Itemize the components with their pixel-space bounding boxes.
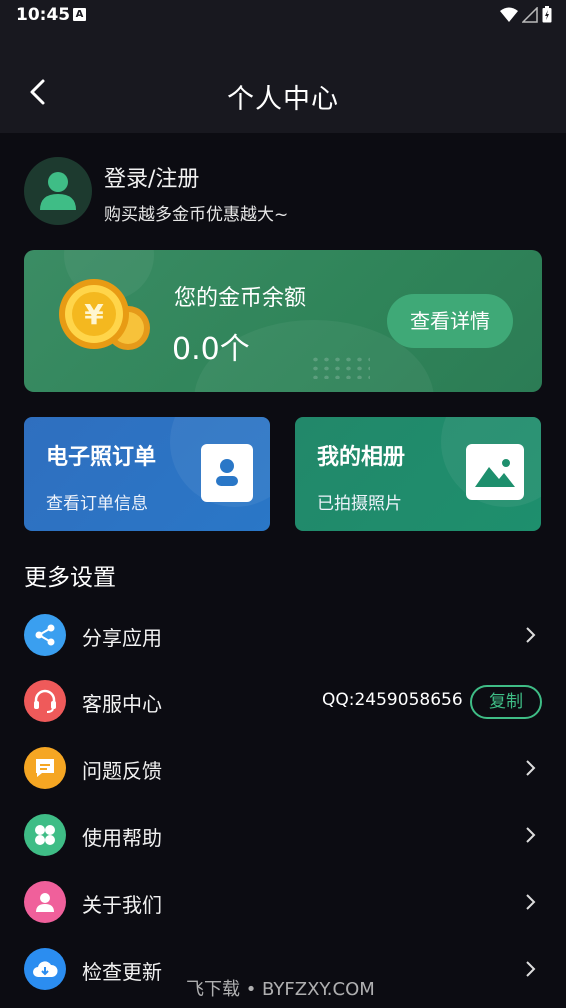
- chevron-right-icon: [526, 827, 536, 843]
- watermark: 飞下载 • BYFZXY.COM: [186, 979, 375, 1000]
- help-grid-icon: [24, 814, 66, 856]
- id-photo-icon: [201, 444, 253, 502]
- my-album-tile[interactable]: 我的相册 已拍摄照片: [295, 417, 541, 531]
- balance-card: ¥ 您的金币余额 0.0个 查看详情: [24, 250, 542, 392]
- tile-title: 电子照订单: [46, 445, 157, 470]
- chevron-right-icon: [526, 627, 536, 643]
- menu-label: 检查更新: [82, 960, 162, 984]
- copy-button[interactable]: 复制: [470, 685, 542, 719]
- menu-item-customer-service[interactable]: 客服中心 QQ:2459058656 复制: [0, 668, 566, 734]
- coin-symbol: ¥: [84, 298, 104, 331]
- user-avatar-icon: [40, 172, 76, 210]
- app-bar: 个人中心: [0, 30, 566, 133]
- feedback-icon: [24, 747, 66, 789]
- menu-item-help[interactable]: 使用帮助: [0, 802, 566, 868]
- status-bar: 10:45 A: [0, 0, 566, 30]
- menu-label: 关于我们: [82, 893, 162, 917]
- person-icon: [24, 881, 66, 923]
- wifi-icon: [500, 7, 518, 22]
- tile-title: 我的相册: [317, 445, 406, 470]
- signal-icon: [522, 6, 538, 23]
- menu-item-feedback[interactable]: 问题反馈: [0, 735, 566, 801]
- menu-label: 使用帮助: [82, 826, 162, 850]
- status-time: 10:45: [16, 5, 71, 25]
- more-settings-title: 更多设置: [24, 565, 116, 591]
- image-icon: [466, 444, 524, 500]
- menu-label: 分享应用: [82, 626, 162, 650]
- avatar[interactable]: [24, 157, 92, 225]
- balance-value: 0.0个: [172, 332, 250, 367]
- chevron-right-icon: [526, 894, 536, 910]
- menu-label: 客服中心: [82, 692, 162, 716]
- headset-icon: [24, 680, 66, 722]
- coin-icon: ¥: [59, 279, 150, 350]
- balance-label: 您的金币余额: [174, 286, 307, 311]
- menu-label: 问题反馈: [82, 759, 162, 783]
- notification-badge: A: [73, 8, 86, 21]
- page-title: 个人中心: [227, 84, 339, 115]
- promo-text: 购买越多金币优惠越大~: [104, 205, 289, 225]
- cloud-download-icon: [24, 948, 66, 990]
- tile-subtitle: 查看订单信息: [46, 494, 148, 514]
- chevron-right-icon: [526, 760, 536, 776]
- login-register-link[interactable]: 登录/注册: [104, 161, 199, 193]
- battery-icon: [542, 6, 552, 23]
- chevron-right-icon: [526, 961, 536, 977]
- id-photo-orders-tile[interactable]: 电子照订单 查看订单信息: [24, 417, 270, 531]
- view-details-button[interactable]: 查看详情: [387, 294, 513, 348]
- qq-number: QQ:2459058656: [322, 690, 463, 710]
- menu-item-about[interactable]: 关于我们: [0, 869, 566, 935]
- share-icon: [24, 614, 66, 656]
- menu-item-share[interactable]: 分享应用: [0, 602, 566, 668]
- status-icons: [500, 6, 552, 23]
- dot-pattern: [310, 355, 370, 379]
- tile-subtitle: 已拍摄照片: [317, 494, 402, 514]
- profile-section[interactable]: 登录/注册 购买越多金币优惠越大~: [24, 157, 544, 227]
